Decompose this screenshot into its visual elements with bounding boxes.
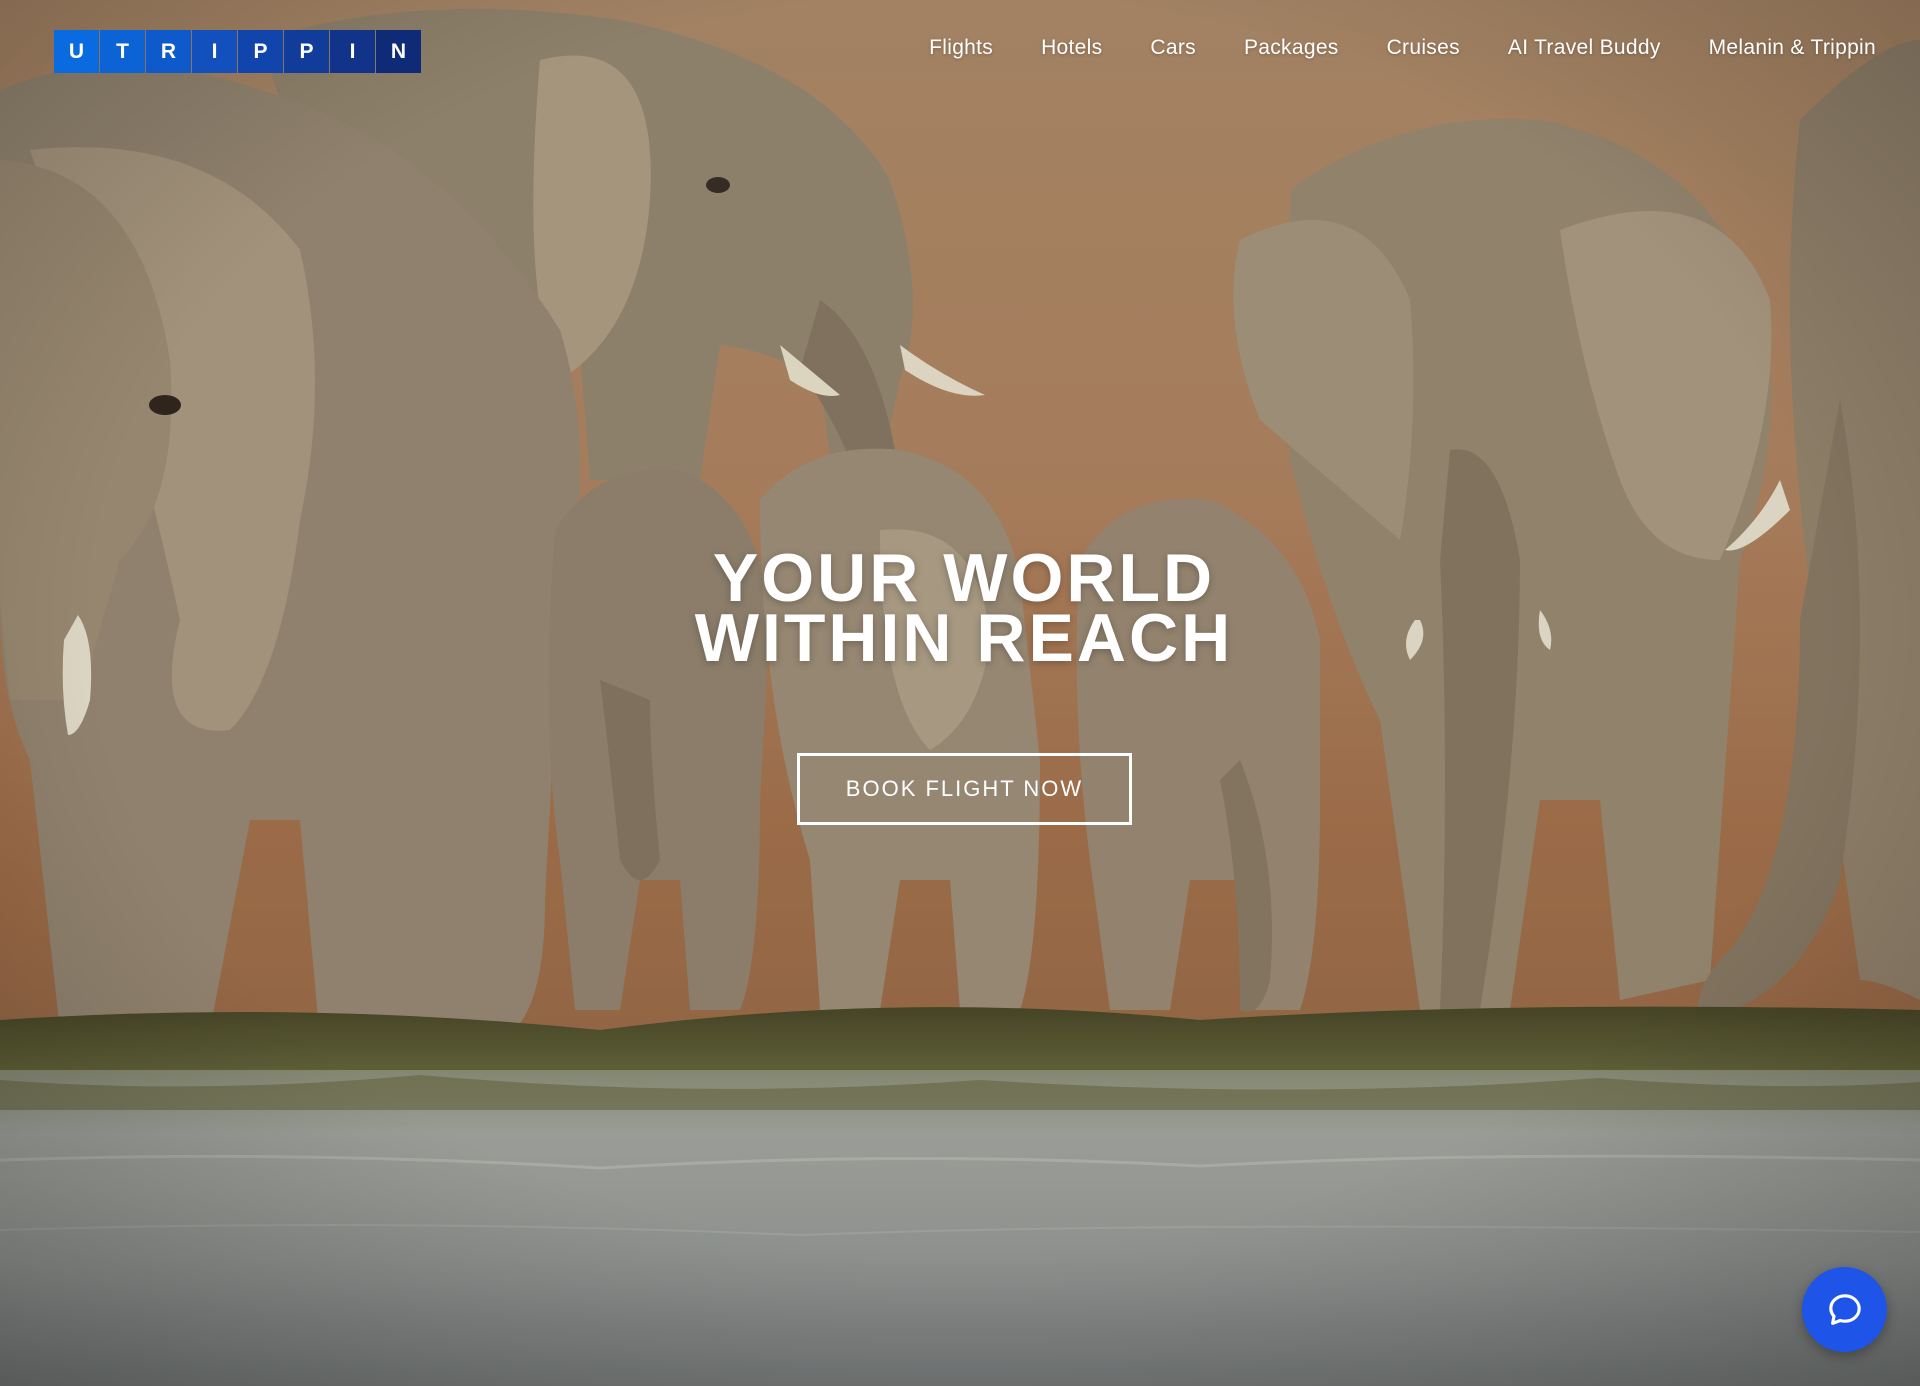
logo-letter-tile: I — [192, 30, 237, 73]
logo-letter-tile: P — [238, 30, 283, 73]
nav-ai-travel-buddy[interactable]: AI Travel Buddy — [1508, 36, 1661, 60]
nav-cruises[interactable]: Cruises — [1387, 36, 1460, 60]
landing-page: UTRIPPIN Flights Hotels Cars Packages Cr… — [0, 0, 1920, 1386]
chat-bubble-icon — [1828, 1293, 1861, 1325]
top-navigation-bar: UTRIPPIN Flights Hotels Cars Packages Cr… — [0, 0, 1920, 104]
utrippin-logo[interactable]: UTRIPPIN — [54, 30, 422, 73]
hero-section: YOUR WORLD WITHIN REACH — [0, 540, 1920, 676]
logo-letter-tile: P — [284, 30, 329, 73]
nav-flights[interactable]: Flights — [929, 36, 993, 60]
nav-packages[interactable]: Packages — [1244, 36, 1339, 60]
logo-letter-tile: T — [100, 30, 145, 73]
book-flight-now-button[interactable]: BOOK FLIGHT NOW — [797, 753, 1132, 825]
logo-letter-tile: R — [146, 30, 191, 73]
hero-headline-line-1: YOUR WORLD — [712, 540, 1216, 616]
nav-cars[interactable]: Cars — [1150, 36, 1196, 60]
logo-letter-tile: U — [54, 30, 99, 73]
nav-hotels[interactable]: Hotels — [1041, 36, 1102, 60]
logo-letter-tile: I — [330, 30, 375, 73]
chat-widget-button[interactable] — [1802, 1267, 1887, 1352]
hero-background-image — [0, 0, 1920, 1386]
hero-headline-line-2: WITHIN REACH — [694, 600, 1234, 676]
hero-headline: YOUR WORLD WITHIN REACH — [0, 540, 1920, 676]
main-nav: Flights Hotels Cars Packages Cruises AI … — [929, 36, 1876, 60]
logo-letter-tile: N — [376, 30, 421, 73]
nav-melanin-and-trippin[interactable]: Melanin & Trippin — [1709, 36, 1876, 60]
